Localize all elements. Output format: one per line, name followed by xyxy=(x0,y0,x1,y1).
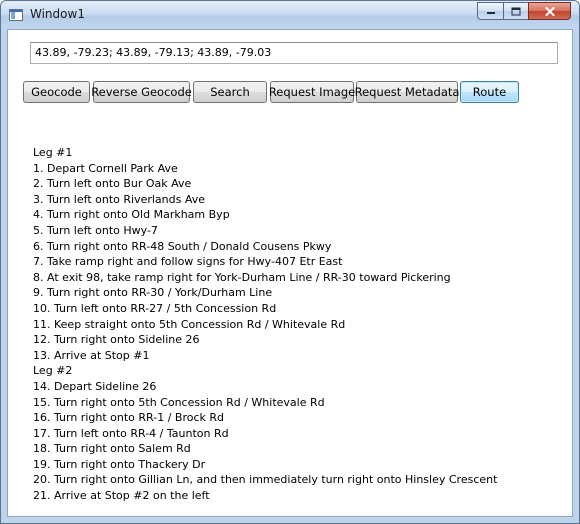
caption-buttons xyxy=(477,2,571,20)
window-icon[interactable] xyxy=(9,9,23,21)
route-line: 13. Arrive at Stop #1 xyxy=(33,348,150,362)
route-line: 2. Turn left onto Bur Oak Ave xyxy=(33,177,192,191)
route-line: 21. Arrive at Stop #2 on the left xyxy=(33,489,210,503)
maximize-button[interactable] xyxy=(503,2,528,20)
route-line: 9. Turn right onto RR-30 / York/Durham L… xyxy=(33,286,273,300)
route-line: 10. Turn left onto RR-27 / 5th Concessio… xyxy=(33,301,277,315)
maximize-icon xyxy=(511,7,521,15)
route-button[interactable]: Route xyxy=(460,81,519,103)
route-line: Leg #2 xyxy=(33,364,73,378)
route-line: 8. At exit 98, take ramp right for York-… xyxy=(33,270,451,284)
window-title: Window1 xyxy=(30,7,85,21)
route-line: Leg #1 xyxy=(33,146,73,159)
route-line: 14. Depart Sideline 26 xyxy=(33,379,157,393)
request-metadata-button[interactable]: Request Metadata xyxy=(355,81,459,103)
geocode-button[interactable]: Geocode xyxy=(23,81,90,103)
client-area: 43.89, -79.23; 43.89, -79.13; 43.89, -79… xyxy=(7,29,573,517)
route-line: 7. Take ramp right and follow signs for … xyxy=(33,255,343,269)
route-line: 4. Turn right onto Old Markham Byp xyxy=(33,208,230,222)
app-window: Window1 43.89, -79.23; 43.89, -79.13; 43… xyxy=(0,0,580,524)
route-line: 12. Turn right onto Sideline 26 xyxy=(33,333,200,347)
title-bar[interactable]: Window1 xyxy=(1,1,579,29)
route-line: 17. Turn left onto RR-4 / Taunton Rd xyxy=(33,426,229,440)
minimize-button[interactable] xyxy=(477,2,503,20)
route-line: 15. Turn right onto 5th Concession Rd / … xyxy=(33,395,325,409)
reverse-geocode-button[interactable]: Reverse Geocode xyxy=(91,81,192,103)
request-image-button[interactable]: Request Image xyxy=(269,81,355,103)
route-line: 20. Turn right onto Gillian Ln, and then… xyxy=(33,473,498,487)
route-line: 18. Turn right onto Salem Rd xyxy=(33,442,191,456)
route-line: 1. Depart Cornell Park Ave xyxy=(33,161,178,175)
search-button[interactable]: Search xyxy=(193,81,267,103)
coordinates-input[interactable]: 43.89, -79.23; 43.89, -79.13; 43.89, -79… xyxy=(30,42,558,64)
close-button[interactable] xyxy=(528,2,571,20)
route-line: 6. Turn right onto RR-48 South / Donald … xyxy=(33,239,332,253)
route-line: 16. Turn right onto RR-1 / Brock Rd xyxy=(33,411,224,425)
route-line: 5. Turn left onto Hwy-7 xyxy=(33,223,158,237)
route-line: 19. Turn right onto Thackery Dr xyxy=(33,457,206,471)
route-line: 3. Turn left onto Riverlands Ave xyxy=(33,192,205,206)
close-icon xyxy=(545,6,554,16)
route-output: Leg #1 1. Depart Cornell Park Ave 2. Turn … xyxy=(33,145,497,504)
minimize-icon xyxy=(486,12,495,14)
route-line: 11. Keep straight onto 5th Concession Rd… xyxy=(33,317,346,331)
